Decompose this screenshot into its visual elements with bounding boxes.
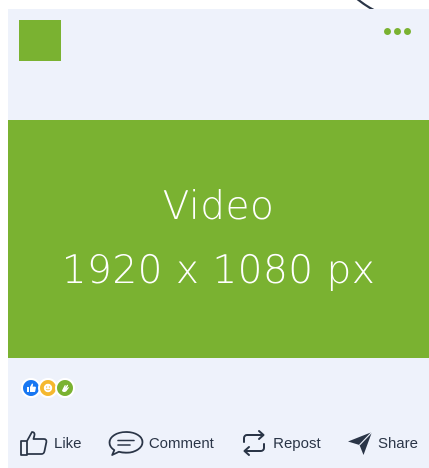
- share-label: Share: [377, 434, 418, 452]
- post-actions: Like Comment Repost Share: [18, 427, 418, 459]
- repost-arrows-icon: [243, 430, 266, 456]
- like-button[interactable]: Like: [18, 428, 82, 458]
- reaction-summary[interactable]: [21, 377, 75, 399]
- share-button[interactable]: Share: [346, 429, 418, 457]
- comment-bubble-icon: [108, 431, 144, 456]
- comment-button[interactable]: Comment: [107, 429, 214, 457]
- media-title: Video: [162, 184, 275, 229]
- video-placeholder[interactable]: Video 1920 x 1080 px: [8, 120, 429, 358]
- media-dimensions: 1920 x 1080 px: [61, 248, 376, 293]
- repost-label: Repost: [273, 434, 321, 452]
- thumbs-up-outline-icon: [20, 431, 48, 456]
- repost-button[interactable]: Repost: [239, 428, 321, 458]
- like-label: Like: [54, 434, 82, 452]
- clap-icon: [55, 378, 75, 398]
- more-dots-icon[interactable]: [384, 26, 420, 36]
- comment-label: Comment: [148, 434, 214, 452]
- avatar[interactable]: [19, 20, 61, 61]
- send-arrow-icon: [347, 431, 373, 455]
